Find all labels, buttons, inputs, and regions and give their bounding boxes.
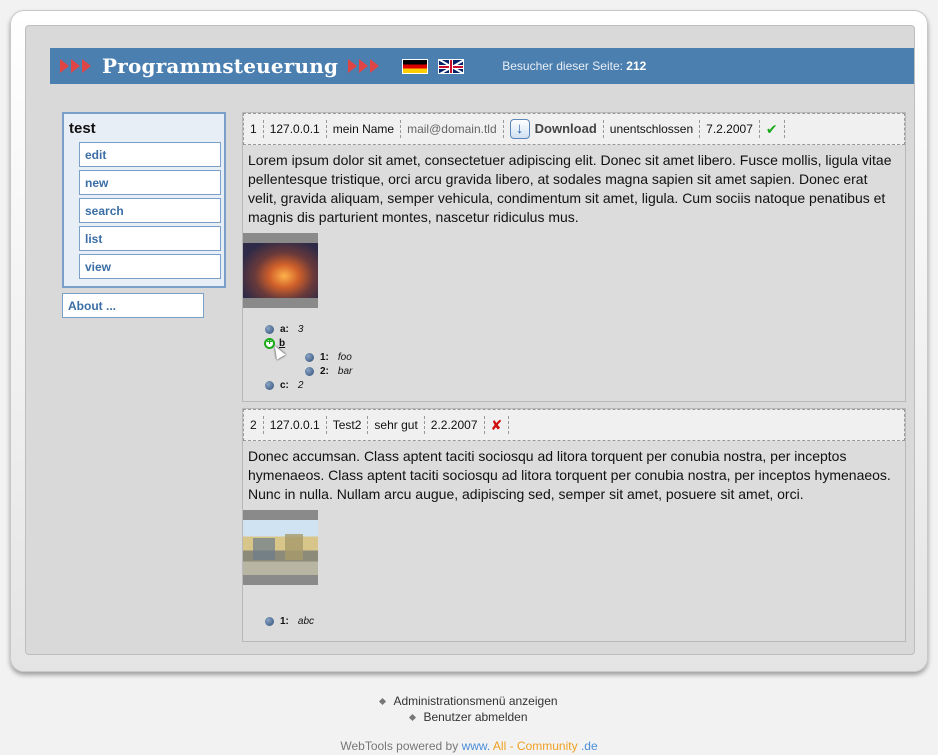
main-frame: Programmsteuerung Besucher dieser Seite:… bbox=[10, 10, 928, 672]
entry-date: 2.2.2007 bbox=[425, 416, 485, 434]
cross-icon[interactable]: ✘ bbox=[491, 417, 503, 433]
bullet-icon bbox=[305, 366, 314, 376]
tree-item-1: 1: abc bbox=[265, 614, 314, 628]
tree-value: abc bbox=[297, 615, 315, 627]
bullet-icon bbox=[265, 616, 274, 626]
tree-key: c: bbox=[280, 379, 289, 391]
building-image bbox=[243, 520, 318, 575]
powered-all-link[interactable]: All - Community bbox=[493, 739, 578, 753]
page-title: Programmsteuerung bbox=[102, 54, 339, 78]
tree-key: 2: bbox=[320, 365, 329, 377]
arrows-icon bbox=[348, 59, 380, 73]
sunset-image bbox=[243, 243, 318, 298]
entry-date: 7.2.2007 bbox=[700, 120, 760, 138]
entry-id: 2 bbox=[244, 416, 264, 434]
diamond-bullet-icon bbox=[409, 714, 417, 722]
page-header: Programmsteuerung Besucher dieser Seite:… bbox=[50, 48, 914, 84]
content-area: Programmsteuerung Besucher dieser Seite:… bbox=[25, 25, 915, 655]
entry-status: unentschlossen bbox=[604, 120, 701, 138]
about-link[interactable]: About ... bbox=[62, 293, 204, 318]
tree-key: a: bbox=[280, 323, 289, 335]
visitor-label: Besucher dieser Seite: bbox=[502, 59, 623, 73]
powered-de-link[interactable]: .de bbox=[581, 739, 598, 753]
entry-ok-cell: ✔ bbox=[760, 120, 785, 138]
entry-tree: 1: abc bbox=[265, 614, 314, 628]
arrows-icon bbox=[60, 59, 92, 73]
tree-item-b1: 1: foo bbox=[305, 350, 352, 364]
tree-item-a: a: 3 bbox=[265, 322, 352, 336]
entry-image[interactable] bbox=[243, 233, 318, 308]
logout-link[interactable]: Benutzer abmelden bbox=[0, 709, 938, 725]
entry-card: 1 127.0.0.1 mein Name mail@domain.tld ↓ … bbox=[242, 112, 906, 402]
tree-item-b[interactable]: + b bbox=[264, 336, 352, 360]
entry-ip: 127.0.0.1 bbox=[264, 416, 327, 434]
logout-label: Benutzer abmelden bbox=[423, 710, 528, 724]
powered-www-link[interactable]: www. bbox=[462, 739, 491, 753]
diamond-bullet-icon bbox=[379, 698, 387, 706]
entry-rating: sehr gut bbox=[368, 416, 425, 434]
check-icon[interactable]: ✔ bbox=[766, 121, 778, 137]
visitor-counter: Besucher dieser Seite: 212 bbox=[502, 59, 646, 73]
entry-card: 2 127.0.0.1 Test2 sehr gut 2.2.2007 ✘ Do… bbox=[242, 408, 906, 642]
tree-value: bar bbox=[337, 365, 353, 377]
sidebar-item-list[interactable]: list bbox=[79, 226, 221, 251]
download-label: Download bbox=[534, 121, 597, 136]
download-icon: ↓ bbox=[509, 119, 530, 139]
sidebar-item-new[interactable]: new bbox=[79, 170, 221, 195]
tree-value: 3 bbox=[297, 323, 304, 335]
tree-item-c: c: 2 bbox=[265, 378, 352, 392]
entry-id: 1 bbox=[244, 120, 264, 138]
tree-value: 2 bbox=[297, 379, 304, 391]
download-button[interactable]: ↓ Download bbox=[504, 119, 604, 139]
entry-email[interactable]: mail@domain.tld bbox=[401, 120, 504, 138]
entry-text: Lorem ipsum dolor sit amet, consectetuer… bbox=[248, 152, 892, 225]
tree-key: 1: bbox=[280, 615, 289, 627]
entry-header: 1 127.0.0.1 mein Name mail@domain.tld ↓ … bbox=[243, 113, 905, 145]
sidebar: test edit new search list view bbox=[62, 112, 226, 288]
bullet-icon bbox=[265, 324, 274, 334]
flag-de-icon[interactable] bbox=[402, 58, 429, 74]
entry-text: Donec accumsan. Class aptent taciti soci… bbox=[248, 448, 891, 502]
powered-prefix: WebTools powered by bbox=[340, 739, 459, 753]
sidebar-item-view[interactable]: view bbox=[79, 254, 221, 279]
entry-error-cell: ✘ bbox=[485, 416, 510, 434]
admin-menu-label: Administrationsmenü anzeigen bbox=[393, 694, 558, 708]
entry-ip: 127.0.0.1 bbox=[264, 120, 327, 138]
sidebar-item-edit[interactable]: edit bbox=[79, 142, 221, 167]
entry-name: mein Name bbox=[327, 120, 402, 138]
footer-links: Administrationsmenü anzeigen Benutzer ab… bbox=[0, 693, 938, 725]
bullet-icon bbox=[305, 352, 314, 362]
tree-value: foo bbox=[337, 351, 352, 363]
entry-tree: a: 3 + b 1: foo 2: bar c: 2 bbox=[264, 322, 352, 392]
admin-menu-link[interactable]: Administrationsmenü anzeigen bbox=[0, 693, 938, 709]
entry-name: Test2 bbox=[327, 416, 369, 434]
sidebar-item-search[interactable]: search bbox=[79, 198, 221, 223]
sidebar-title: test bbox=[69, 120, 96, 137]
tree-key: 1: bbox=[320, 351, 329, 363]
entry-header: 2 127.0.0.1 Test2 sehr gut 2.2.2007 ✘ bbox=[243, 409, 905, 441]
visitor-count: 212 bbox=[626, 59, 647, 73]
entry-image[interactable] bbox=[243, 510, 318, 585]
flag-uk-icon[interactable] bbox=[438, 58, 465, 74]
powered-by: WebTools powered by www. All - Community… bbox=[0, 739, 938, 753]
bullet-icon bbox=[265, 380, 274, 390]
tree-item-b2: 2: bar bbox=[305, 364, 352, 378]
